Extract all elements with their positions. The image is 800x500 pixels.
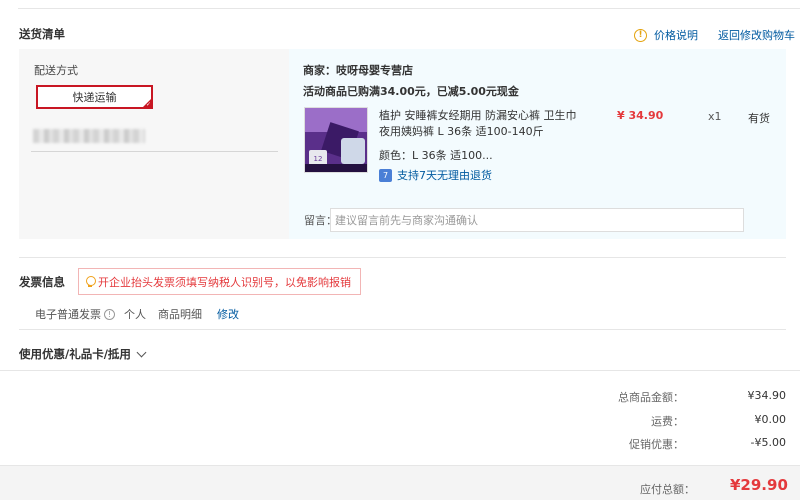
shipping-method-label: 配送方式 bbox=[34, 64, 78, 77]
divider bbox=[19, 329, 786, 330]
summary-freight-row: 运费： ¥0.00 bbox=[600, 413, 786, 429]
info-icon[interactable]: ! bbox=[104, 308, 115, 320]
invoice-type-label: 电子普通发票 bbox=[35, 308, 101, 321]
stock-status: 有货 bbox=[748, 112, 770, 125]
invoice-tip-text: 开企业抬头发票须填写纳税人识别号，以免影响报销 bbox=[98, 275, 351, 289]
message-input[interactable] bbox=[330, 208, 744, 232]
return-policy-icon: 7 bbox=[379, 168, 392, 182]
items-total-label: 总商品金额： bbox=[618, 391, 684, 404]
total-value: ¥29.90 bbox=[730, 476, 788, 494]
check-icon: ✓ bbox=[145, 101, 151, 108]
price-note-label: 价格说明 bbox=[654, 29, 698, 42]
divider bbox=[19, 257, 786, 258]
product-price: ¥ 34.90 bbox=[617, 109, 664, 122]
exclamation-icon: ! bbox=[634, 28, 647, 42]
shipping-column: 配送方式 快递运输 ✓ bbox=[19, 49, 289, 239]
discount-value: -¥5.00 bbox=[750, 436, 786, 449]
coupon-label: 使用优惠/礼品卡/抵用 bbox=[19, 347, 131, 361]
invoice-detail: 商品明细 bbox=[158, 308, 202, 321]
promo-text: 活动商品已购满34.00元，已减5.00元现金 bbox=[303, 85, 519, 98]
invoice-tip: 开企业抬头发票须填写纳税人识别号，以免影响报销 bbox=[78, 268, 361, 295]
freight-value: ¥0.00 bbox=[754, 413, 787, 426]
shipping-option-express[interactable]: 快递运输 ✓ bbox=[36, 85, 153, 109]
total-label: 应付总额： bbox=[640, 483, 695, 496]
invoice-edit-link[interactable]: 修改 bbox=[217, 306, 239, 322]
items-total-value: ¥34.90 bbox=[747, 389, 787, 402]
return-policy-label: 支持7天无理由退货 bbox=[397, 169, 492, 182]
summary-discount-row: 促销优惠： -¥5.00 bbox=[600, 436, 786, 452]
price-note-link[interactable]: ! 价格说明 bbox=[634, 27, 698, 43]
section-title: 送货清单 bbox=[19, 27, 65, 41]
invoice-person: 个人 bbox=[124, 308, 146, 321]
return-policy: 7 支持7天无理由退货 bbox=[379, 167, 492, 183]
back-to-cart-link[interactable]: 返回修改购物车 bbox=[718, 27, 795, 43]
invoice-type: 电子普通发票 ! bbox=[35, 306, 115, 322]
merchant-name: 商家：吱呀母婴专营店 bbox=[303, 64, 413, 77]
product-quantity: x1 bbox=[708, 110, 722, 123]
coupon-toggle[interactable]: 使用优惠/礼品卡/抵用 bbox=[19, 346, 147, 362]
top-divider bbox=[18, 8, 800, 9]
divider bbox=[0, 370, 800, 371]
shipping-divider bbox=[31, 151, 278, 152]
shipping-option-label: 快递运输 bbox=[72, 91, 117, 104]
product-color: 颜色：L 36条 适100... bbox=[379, 149, 493, 162]
product-name[interactable]: 植护 安睡裤女经期用 防漏安心裤 卫生巾夜用姨妈裤 L 36条 适100-140… bbox=[379, 108, 579, 140]
product-thumbnail[interactable]: 12 bbox=[304, 107, 368, 173]
summary-items-row: 总商品金额： ¥34.90 bbox=[600, 389, 786, 405]
freight-label: 运费： bbox=[651, 415, 684, 428]
lightbulb-icon bbox=[85, 275, 96, 288]
blurred-address bbox=[33, 129, 145, 143]
delivery-list-panel: 配送方式 快递运输 ✓ 商家：吱呀母婴专营店 活动商品已购满34.00元，已减5… bbox=[19, 49, 786, 239]
invoice-title: 发票信息 bbox=[19, 275, 65, 289]
discount-label: 促销优惠： bbox=[629, 438, 684, 451]
chevron-down-icon bbox=[136, 347, 147, 357]
